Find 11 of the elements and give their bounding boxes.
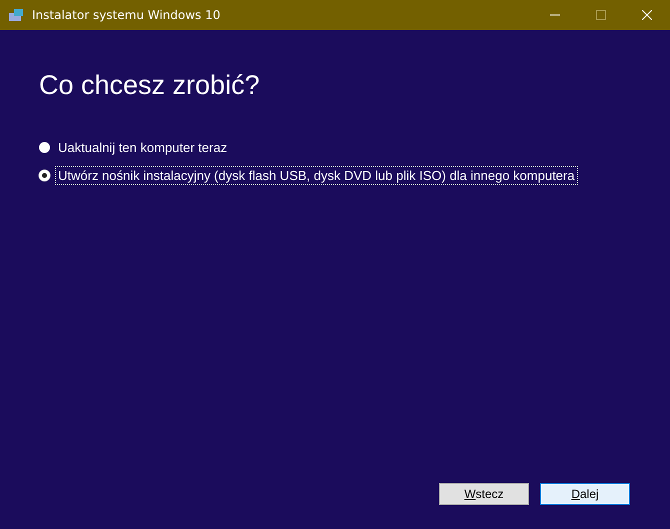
back-button[interactable]: Wstecz [439,483,529,505]
installer-icon [8,8,24,22]
option-label[interactable]: Uaktualnij ten komputer teraz [56,139,230,156]
window-title: Instalator systemu Windows 10 [32,8,222,22]
close-icon[interactable] [642,10,652,20]
radio-button[interactable] [39,170,50,181]
option-label[interactable]: Utwórz nośnik instalacyjny (dysk flash USB, dysk DVD lub plik ISO) dla innego komputera [56,167,577,184]
next-button[interactable]: Dalej [540,483,630,505]
maximize-icon [596,10,606,20]
page-heading: Co chcesz zrobić? [39,70,261,101]
radio-button[interactable] [39,142,50,153]
